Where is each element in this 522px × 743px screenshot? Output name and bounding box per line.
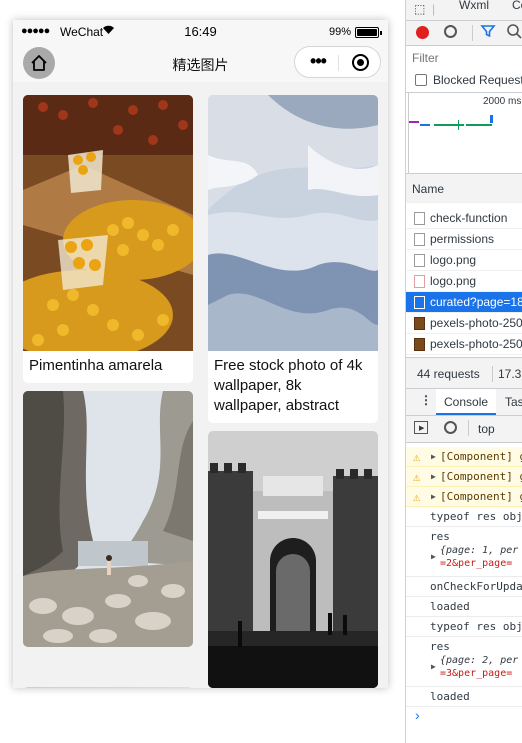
warning-icon: ⚠ <box>413 450 421 464</box>
request-row-partial[interactable] <box>406 193 522 203</box>
console-prompt[interactable]: › <box>406 707 522 727</box>
photo-abstract <box>208 95 378 351</box>
network-summary: 44 requests 17.3 <box>406 358 522 388</box>
photo-card[interactable]: Pimentinha amarela <box>23 95 193 383</box>
photo-card[interactable]: Free stock photo of 4k wallpaper, 8k wal… <box>208 95 378 423</box>
timeline-overview: 2000 ms <box>406 93 522 173</box>
console-warning[interactable]: ⚠ ▶ [Component] g <box>406 487 522 507</box>
console-log: loaded <box>406 597 522 617</box>
request-row[interactable]: permissions <box>406 229 522 250</box>
photo-card[interactable] <box>23 391 193 647</box>
warning-icon: ⚠ <box>413 490 421 504</box>
console-warning[interactable]: ⚠ ▶ [Component] g <box>406 467 522 487</box>
file-icon <box>414 296 425 309</box>
menu-capsule: ••• <box>294 46 381 78</box>
console-log: loaded <box>406 687 522 707</box>
inspect-icon[interactable]: ⬚ <box>414 2 425 16</box>
console-log[interactable]: res ▶ {page: 2, per =3&per_page= <box>406 637 522 687</box>
photo-caption: Pimentinha amarela <box>29 357 163 374</box>
battery-icon <box>355 27 382 38</box>
more-icon[interactable]: ••• <box>305 52 331 71</box>
search-icon[interactable] <box>506 23 522 42</box>
tab-console[interactable]: Console <box>436 389 496 415</box>
clear-console-icon[interactable] <box>444 421 457 434</box>
console-log: typeof res obj <box>406 507 522 527</box>
photo-feed[interactable]: Pimentinha amarela Free stock photo of 4… <box>13 82 388 688</box>
file-icon <box>414 212 425 225</box>
record-icon[interactable] <box>352 54 369 71</box>
photo-cliffs <box>23 391 193 647</box>
warning-icon: ⚠ <box>413 470 421 484</box>
request-row[interactable]: pexels-photo-250 <box>406 334 522 355</box>
file-icon <box>414 233 425 246</box>
request-row-selected[interactable]: curated?page=18 <box>406 292 522 313</box>
transfer-size: 17.3 <box>498 367 522 381</box>
battery-percent: 99% <box>329 26 352 38</box>
phone-simulator: ●●●●● WeChat 16:49 99% 精选图片 ••• Pimentin… <box>13 20 388 688</box>
image-file-icon <box>414 338 425 351</box>
blocked-requests-row: Blocked Requests <box>406 70 522 92</box>
request-row[interactable]: pexels-photo-250 <box>406 313 522 334</box>
tab-tasks[interactable]: Tas <box>505 395 522 409</box>
request-row[interactable]: check-function <box>406 208 522 229</box>
request-row[interactable]: logo.png <box>406 271 522 292</box>
request-count: 44 requests <box>417 367 480 381</box>
tab-console-top[interactable]: Co <box>512 0 522 12</box>
file-icon <box>414 275 425 288</box>
capsule-divider <box>338 55 339 71</box>
network-toolbar <box>406 21 522 45</box>
photo-sky <box>23 687 193 688</box>
devtools-tabbar: ⬚ | Wxml Co <box>406 0 522 20</box>
tab-wxml[interactable]: Wxml <box>459 0 489 12</box>
image-file-icon <box>414 317 425 330</box>
photo-peppers <box>23 95 193 351</box>
request-row[interactable]: logo.png <box>406 250 522 271</box>
filter-icon[interactable] <box>480 23 496 42</box>
tab-divider: | <box>432 2 436 16</box>
drawer-menu-icon[interactable]: ⋮ <box>420 393 432 407</box>
record-button[interactable] <box>416 26 429 39</box>
photo-city-gate <box>208 431 378 688</box>
file-icon <box>414 254 425 267</box>
nav-bar: 精选图片 ••• <box>13 44 388 82</box>
photo-card[interactable] <box>23 687 193 688</box>
console-log[interactable]: res ▶ {page: 1, per =2&per_page= <box>406 527 522 577</box>
context-selector[interactable]: top <box>478 422 495 436</box>
devtools-panel: ⬚ | Wxml Co Blocked Requests 2000 ms <box>405 0 522 743</box>
battery-fill <box>357 29 377 36</box>
console-warning[interactable]: ⚠ ▶ [Component] g <box>406 447 522 467</box>
filter-row <box>406 46 522 70</box>
blocked-requests-label: Blocked Requests <box>433 73 522 87</box>
blocked-requests-checkbox[interactable] <box>415 74 427 86</box>
photo-card[interactable] <box>208 431 378 688</box>
prompt-icon: › <box>415 707 420 723</box>
console-log: onCheckForUpda <box>406 577 522 597</box>
divider <box>406 442 522 443</box>
status-bar: ●●●●● WeChat 16:49 99% <box>13 20 388 44</box>
filter-input[interactable] <box>412 49 520 67</box>
photo-caption: Free stock photo of 4k wallpaper, 8k wal… <box>214 357 363 414</box>
toolbar-divider <box>472 25 473 41</box>
timeline-label: 2000 ms <box>483 96 522 107</box>
console-log: typeof res obj <box>406 617 522 637</box>
console-toolbar: ▶ top <box>406 416 522 442</box>
drawer-tabbar: ⋮ Console Tas <box>406 389 522 415</box>
